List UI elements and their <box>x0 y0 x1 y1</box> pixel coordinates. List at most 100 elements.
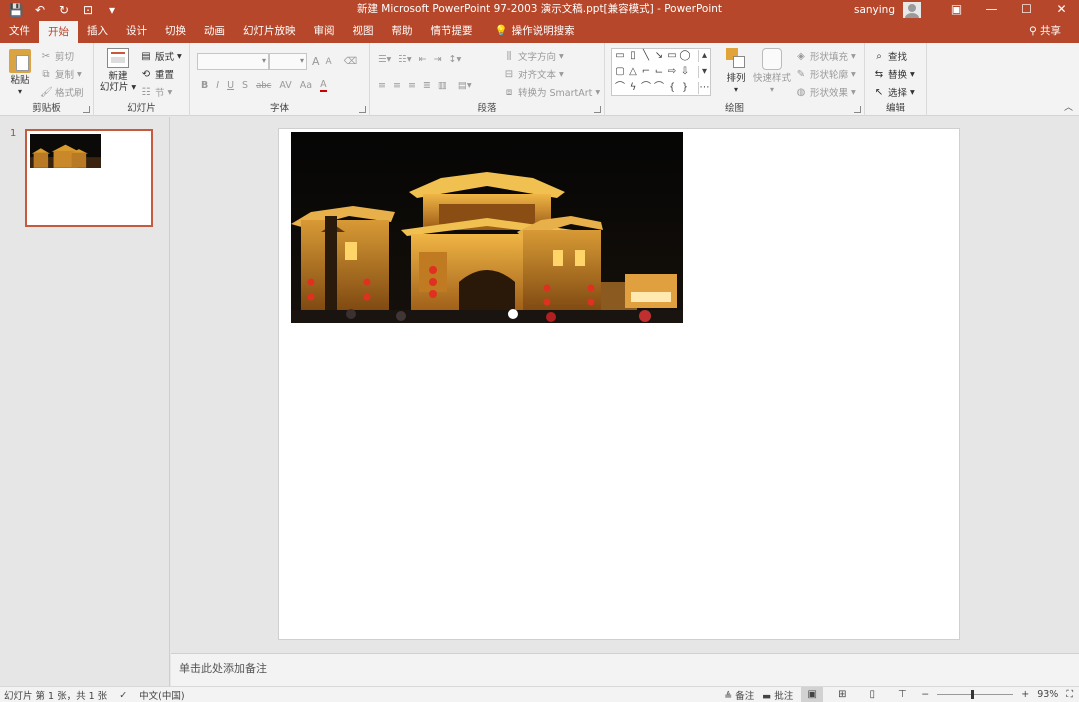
notes-pane[interactable]: 单击此处添加备注 <box>171 653 1079 686</box>
share-button[interactable]: ⚲ 共享 <box>1029 20 1061 43</box>
align-right-icon[interactable]: ≡ <box>408 80 416 91</box>
minimize-icon[interactable]: — <box>974 0 1009 20</box>
reading-view-icon[interactable]: ▯ <box>861 687 883 702</box>
format-painter-button[interactable]: 🖌 格式刷 <box>40 85 84 100</box>
arrange-button[interactable]: 排列 ▾ <box>721 48 751 95</box>
tab-slideshow[interactable]: 幻灯片放映 <box>234 20 305 43</box>
gallery-scroll-down-icon[interactable]: ▾ <box>698 66 710 78</box>
normal-view-icon[interactable]: ▣ <box>801 687 824 702</box>
shape-fill-button[interactable]: ◈ 形状填充 ▾ <box>795 49 856 64</box>
copy-button[interactable]: ⧉ 复制 ▾ <box>40 67 81 82</box>
layout-button[interactable]: ▤ 版式 ▾ <box>140 49 182 64</box>
spelling-check-icon[interactable]: ✓ <box>119 690 127 701</box>
strikethrough-button[interactable]: abc <box>256 81 271 91</box>
rectangle-shape-icon[interactable]: ▭ <box>666 50 678 62</box>
section-button[interactable]: ☷ 节 ▾ <box>140 85 173 100</box>
align-left-icon[interactable]: ≡ <box>378 80 386 91</box>
distributed-icon[interactable]: ▥ <box>438 80 447 91</box>
language-indicator[interactable]: 中文(中国) <box>139 688 184 702</box>
maximize-icon[interactable]: ☐ <box>1009 0 1044 20</box>
customize-icon[interactable]: ▾ <box>104 0 120 20</box>
cut-button[interactable]: ✂ 剪切 <box>40 49 74 64</box>
find-button[interactable]: ⌕ 查找 <box>873 49 907 64</box>
tab-file[interactable]: 文件 <box>0 20 39 43</box>
shadow-button[interactable]: S <box>242 80 248 91</box>
slide-picture[interactable] <box>291 132 683 323</box>
tab-transitions[interactable]: 切换 <box>156 20 195 43</box>
shape-outline-button[interactable]: ✎ 形状轮廓 ▾ <box>795 67 856 82</box>
grow-font-icon[interactable]: A <box>312 55 320 68</box>
zoom-slider[interactable] <box>937 690 1014 699</box>
font-size-select[interactable] <box>269 53 307 70</box>
right-brace-shape-icon[interactable]: } <box>679 82 691 94</box>
tab-review[interactable]: 审阅 <box>305 20 344 43</box>
paste-button[interactable]: 粘贴 ▾ <box>6 49 34 97</box>
right-arrow-shape-icon[interactable]: ⇨ <box>666 66 678 78</box>
save-icon[interactable]: 💾 <box>8 0 24 20</box>
paragraph-launcher-icon[interactable] <box>594 106 601 113</box>
lightning-shape-icon[interactable]: ϟ <box>627 82 639 94</box>
bullets-icon[interactable]: ☰▾ <box>378 54 391 65</box>
line-spacing-icon[interactable]: ↕▾ <box>449 54 462 65</box>
tab-home[interactable]: 开始 <box>39 21 78 43</box>
redo-icon[interactable]: ↻ <box>56 0 72 20</box>
slide-sorter-view-icon[interactable]: ⊞ <box>831 687 853 702</box>
tab-storyboard[interactable]: 情节提要 <box>422 20 482 43</box>
tab-insert[interactable]: 插入 <box>78 20 117 43</box>
underline-button[interactable]: U <box>227 80 234 91</box>
tab-animations[interactable]: 动画 <box>195 20 234 43</box>
quick-styles-button[interactable]: 快速样式 ▾ <box>753 48 791 95</box>
connector-shape-icon[interactable]: ⌐ <box>640 66 652 78</box>
oval-shape-icon[interactable]: ◯ <box>679 50 691 62</box>
freeform-shape-icon[interactable]: ⌒ <box>614 82 626 94</box>
shape-effects-button[interactable]: ◍ 形状效果 ▾ <box>795 85 856 100</box>
tab-design[interactable]: 设计 <box>117 20 156 43</box>
rounded-rect-shape-icon[interactable]: ▢ <box>614 66 626 78</box>
tab-view[interactable]: 视图 <box>344 20 383 43</box>
zoom-out-icon[interactable]: − <box>921 689 929 700</box>
replace-button[interactable]: ⇆ 替换 ▾ <box>873 67 915 82</box>
decrease-indent-icon[interactable]: ⇤ <box>419 54 427 65</box>
clipboard-launcher-icon[interactable] <box>83 106 90 113</box>
user-name[interactable]: sanying <box>854 4 895 16</box>
columns-icon[interactable]: ▤▾ <box>458 80 472 91</box>
new-slide-button[interactable]: 新建 幻灯片 ▾ <box>98 48 138 93</box>
convert-smartart-button[interactable]: ⧈ 转换为 SmartArt ▾ <box>503 85 600 100</box>
character-spacing-button[interactable]: AV <box>279 80 291 91</box>
gallery-more-icon[interactable]: ⋯ <box>698 82 710 94</box>
drawing-launcher-icon[interactable] <box>854 106 861 113</box>
change-case-button[interactable]: Aa <box>300 80 312 91</box>
font-color-button[interactable]: A <box>320 79 327 92</box>
zoom-in-icon[interactable]: + <box>1021 689 1029 700</box>
text-direction-button[interactable]: ⫼ 文字方向 ▾ <box>503 49 564 64</box>
italic-button[interactable]: I <box>216 80 219 91</box>
slide-canvas[interactable] <box>278 128 960 640</box>
curve-shape-icon[interactable]: ⌒ <box>640 82 652 94</box>
reset-button[interactable]: ⟲ 重置 <box>140 67 174 82</box>
collapse-ribbon-icon[interactable]: ︿ <box>1064 100 1073 113</box>
left-brace-shape-icon[interactable]: { <box>666 82 678 94</box>
select-button[interactable]: ↖ 选择 ▾ <box>873 85 915 100</box>
zoom-level[interactable]: 93% <box>1037 689 1058 700</box>
font-launcher-icon[interactable] <box>359 106 366 113</box>
tell-me-search[interactable]: 💡 操作说明搜索 <box>486 20 584 43</box>
shrink-font-icon[interactable]: A <box>326 57 332 67</box>
close-icon[interactable]: ✕ <box>1044 0 1079 20</box>
zoom-slider-knob[interactable] <box>971 690 975 699</box>
arrow-line-shape-icon[interactable]: ↘ <box>653 50 665 62</box>
textbox-shape-icon[interactable]: ▭ <box>614 50 626 62</box>
align-text-button[interactable]: ⊟ 对齐文本 ▾ <box>503 67 564 82</box>
comments-button[interactable]: ▬ 批注 <box>762 688 793 702</box>
clear-formatting-icon[interactable]: ⌫ <box>344 56 357 67</box>
fit-to-window-icon[interactable]: ⛶ <box>1066 689 1073 700</box>
slideshow-view-icon[interactable]: ⊤ <box>891 687 913 702</box>
ribbon-display-options-icon[interactable]: ▣ <box>939 0 974 20</box>
start-from-beginning-icon[interactable]: ⊡ <box>80 0 96 20</box>
shapes-gallery[interactable]: ▭ ▯ ╲ ↘ ▭ ◯ ▢ △ ⌐ ⌙ ⇨ ⇩ ⌒ ϟ ⌒ ⌒ { } ▴ ▾ … <box>611 48 711 96</box>
notes-button[interactable]: ≜ 备注 <box>724 688 754 702</box>
tab-help[interactable]: 帮助 <box>383 20 422 43</box>
numbering-icon[interactable]: ☷▾ <box>398 54 411 65</box>
font-family-select[interactable] <box>197 53 269 70</box>
gallery-scroll-up-icon[interactable]: ▴ <box>698 50 710 62</box>
line-shape-icon[interactable]: ╲ <box>640 50 652 62</box>
